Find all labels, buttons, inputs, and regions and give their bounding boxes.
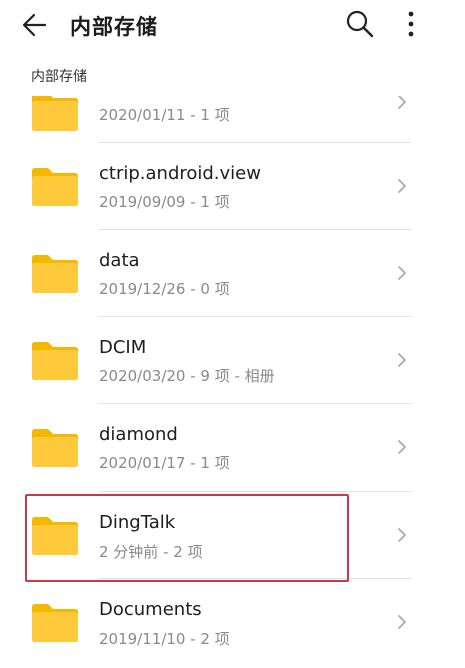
more-vertical-icon[interactable]	[396, 8, 426, 40]
file-list: 2020/01/11 - 1 项 ctrip.android.view 2019…	[0, 0, 465, 668]
list-item[interactable]: Documents 2019/11/10 - 2 项	[0, 579, 465, 666]
list-item-dingtalk[interactable]: DingTalk 2 分钟前 - 2 项	[0, 492, 465, 579]
list-item[interactable]: ctrip.android.view 2019/09/09 - 1 项	[0, 143, 465, 230]
chevron-right-icon	[398, 615, 406, 629]
item-name: Documents	[99, 599, 202, 620]
folder-icon	[32, 255, 78, 293]
chevron-right-icon	[398, 353, 406, 367]
search-icon[interactable]	[344, 8, 376, 40]
item-meta: 2019/12/26 - 0 项	[99, 280, 230, 298]
list-item[interactable]: data 2019/12/26 - 0 项	[0, 230, 465, 317]
item-meta: 2020/01/11 - 1 项	[99, 106, 230, 124]
folder-icon	[32, 604, 78, 642]
list-item[interactable]: DCIM 2020/03/20 - 9 项 - 相册	[0, 317, 465, 404]
chevron-right-icon	[398, 440, 406, 454]
arrow-left-icon[interactable]	[20, 10, 50, 40]
item-name: DingTalk	[99, 512, 176, 533]
list-item[interactable]: diamond 2020/01/17 - 1 项	[0, 404, 465, 492]
item-meta: 2020/03/20 - 9 项 - 相册	[99, 367, 275, 385]
folder-icon	[32, 342, 78, 380]
item-name: DCIM	[99, 337, 147, 358]
item-meta: 2019/11/10 - 2 项	[99, 630, 230, 648]
folder-icon	[32, 168, 78, 206]
chevron-right-icon	[398, 528, 406, 542]
chevron-right-icon	[398, 179, 406, 193]
item-name: diamond	[99, 424, 178, 445]
file-manager-screen: 2020/01/11 - 1 项 ctrip.android.view 2019…	[0, 0, 465, 668]
item-name: ctrip.android.view	[99, 163, 261, 184]
item-name: data	[99, 250, 140, 271]
chevron-right-icon	[398, 266, 406, 280]
folder-icon	[32, 93, 78, 131]
breadcrumb[interactable]: 内部存储	[31, 66, 87, 86]
page-title: 内部存储	[70, 15, 158, 39]
item-meta: 2019/09/09 - 1 项	[99, 193, 230, 211]
item-meta: 2020/01/17 - 1 项	[99, 454, 230, 472]
folder-icon	[32, 429, 78, 467]
app-bar: 内部存储	[0, 0, 465, 50]
folder-icon	[32, 517, 78, 555]
item-meta: 2 分钟前 - 2 项	[99, 543, 203, 561]
